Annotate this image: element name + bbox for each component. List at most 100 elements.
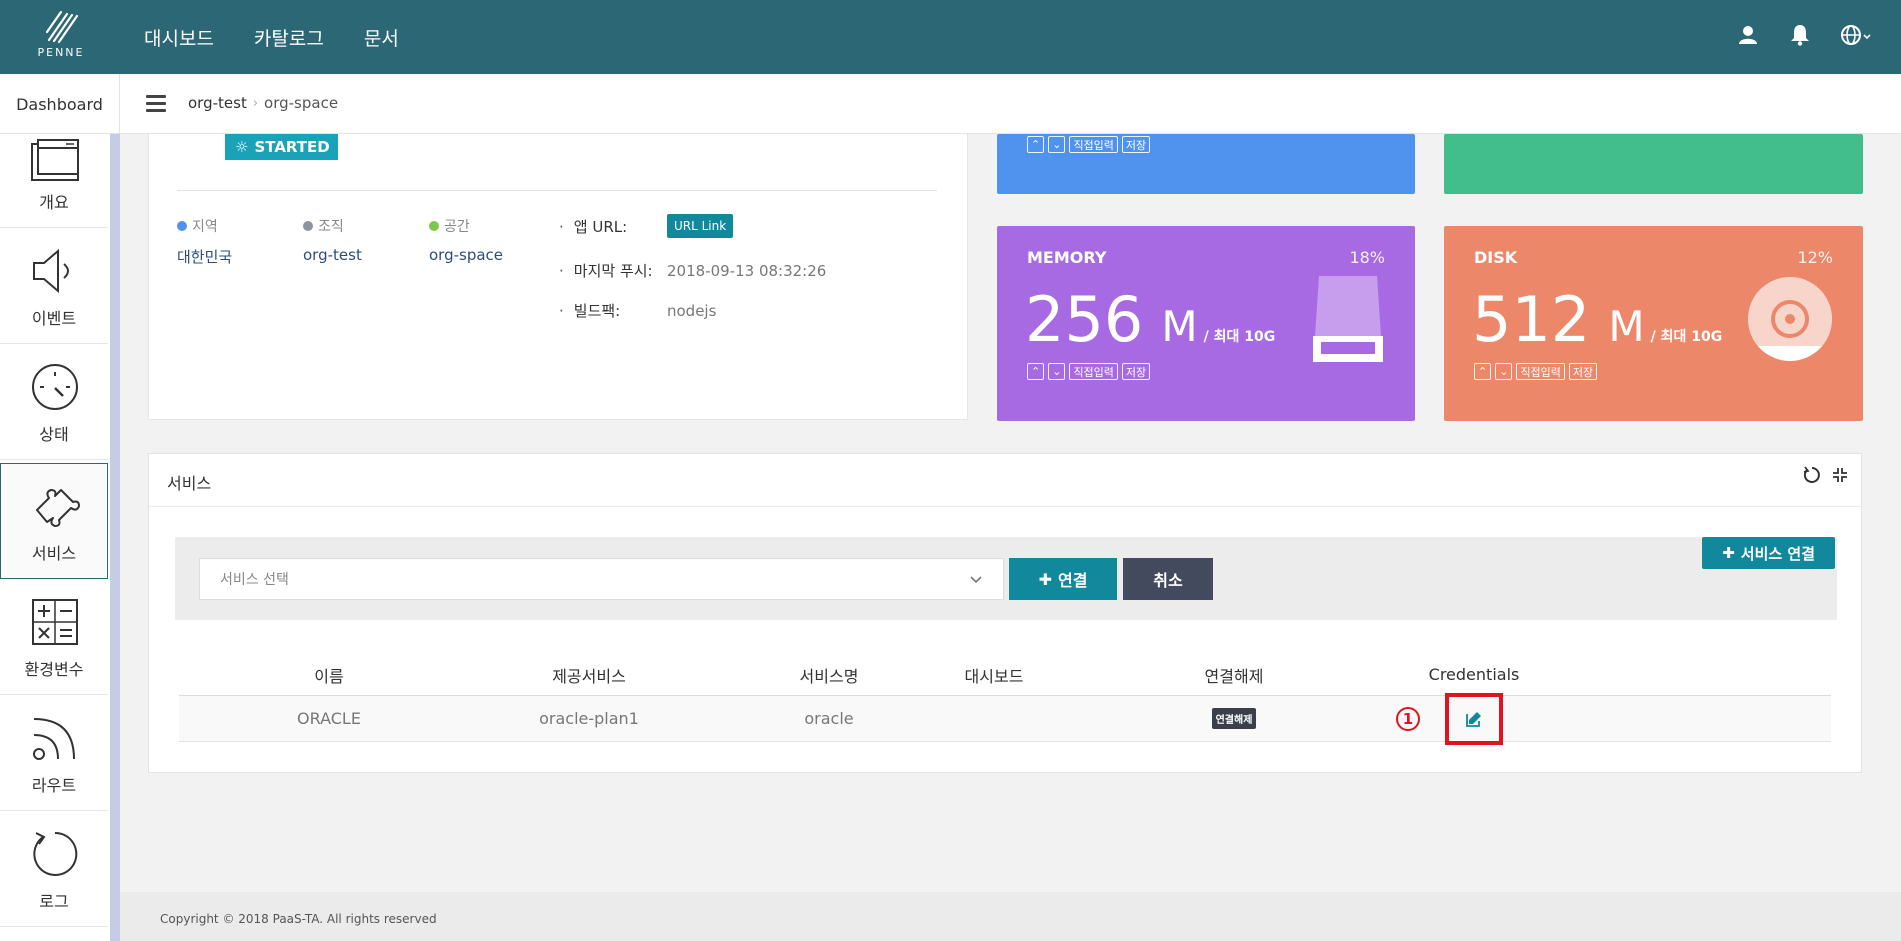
user-icon[interactable] [1735,22,1761,48]
increase-button[interactable]: ⌃ [1474,363,1492,380]
increase-button[interactable]: ⌃ [1027,136,1045,153]
increase-button[interactable]: ⌃ [1027,363,1045,380]
region-dot-icon [177,221,187,231]
annotation-marker: 1 [1396,707,1420,731]
disk-icon [1748,277,1832,361]
disk-controls: ⌃ ⌄ 직접입력 저장 [1474,363,1598,380]
unbind-button[interactable]: 연결해제 [1211,708,1257,729]
direct-input-button[interactable]: 직접입력 [1069,136,1118,153]
breadcrumb: org-test › org-space [188,94,338,112]
save-button[interactable]: 저장 [1121,363,1151,380]
footer: Copyright © 2018 PaaS-TA. All rights res… [120,892,1901,941]
breadcrumb-org[interactable]: org-test [188,94,247,112]
memory-card: MEMORY 18% 256 M / 최대 10G ⌃ ⌄ 직접입력 저장 [997,226,1415,421]
space-value: org-space [429,246,504,264]
nav-dashboard[interactable]: 대시보드 [144,24,214,51]
services-title: 서비스 [167,474,212,493]
disk-card: DISK 12% 512 M / 최대 10G ⌃ ⌄ 직접입력 저장 [1444,226,1863,421]
row-name: ORACLE [297,709,361,728]
globe-icon[interactable] [1839,22,1873,48]
sidebar-item-label: 서비스 [31,544,77,563]
connect-button[interactable]: ✚ 연결 [1009,558,1117,600]
rss-icon [33,718,75,760]
sidebar-item-events[interactable]: 이벤트 [0,228,108,344]
memory-title: MEMORY [1027,248,1107,267]
sidebar-item-status[interactable]: 상태 [0,344,108,460]
row-dashboard [894,696,1094,741]
url-link-button[interactable]: URL Link [667,214,734,238]
status-text: STARTED [254,138,330,156]
calculator-icon [32,599,78,645]
gauge-icon [32,364,78,410]
table-row: ORACLE oracle-plan1 oracle 연결해제 1 [179,693,1831,745]
decrease-button[interactable]: ⌄ [1495,363,1513,380]
sidebar-scrollbar[interactable] [110,134,120,941]
puzzle-icon [36,489,80,527]
sidebar-item-logs[interactable]: 로그 [0,811,108,927]
services-header: 서비스 [149,454,1861,507]
save-button[interactable]: 저장 [1568,363,1598,380]
region-info: 지역 대한민국 [177,216,232,267]
direct-input-button[interactable]: 직접입력 [1069,363,1118,380]
window-icon [31,139,79,181]
top-nav: 대시보드 카탈로그 문서 [144,24,399,51]
copyright-text: Copyright © 2018 PaaS-TA. All rights res… [160,912,437,926]
chevron-down-icon [970,576,982,584]
row-provider: oracle-plan1 [539,709,639,728]
collapse-icon[interactable] [1831,466,1849,488]
penne-logo-icon [45,10,79,44]
col-unbind: 연결해제 [1204,666,1264,686]
buildpack-row: 빌드팩: nodejs [559,300,717,321]
app-url-label: 앱 URL: [559,216,667,237]
space-info: 공간 org-space [429,216,503,264]
nav-catalog[interactable]: 카탈로그 [254,24,324,51]
nav-docs[interactable]: 문서 [364,24,399,51]
add-service-button[interactable]: ✚ 서비스 연결 [1702,537,1835,569]
refresh-icon [33,831,78,876]
app-info-card: ☼ STARTED 지역 대한민국 조직 org-test 공간 org-spa… [148,134,968,420]
divider [177,190,937,191]
cancel-button[interactable]: 취소 [1123,558,1213,600]
bell-icon[interactable] [1787,22,1813,48]
col-dashboard: 대시보드 [964,666,1024,686]
memory-chip-icon [1313,276,1383,362]
instance-controls: ⌃ ⌄ 직접입력 저장 [1027,136,1151,153]
credentials-edit-button[interactable] [1445,693,1503,745]
plus-icon: ✚ [1722,544,1735,562]
space-label: 공간 [444,219,470,235]
memory-value: 256 [1025,283,1144,356]
sun-icon: ☼ [235,138,249,156]
last-push-value: 2018-09-13 08:32:26 [667,261,827,280]
buildpack-label: 빌드팩: [559,300,667,321]
status-badge: ☼ STARTED [225,134,338,160]
service-select[interactable]: 서비스 선택 [199,558,1004,600]
direct-input-button[interactable]: 직접입력 [1516,363,1565,380]
sidebar-item-services[interactable]: 서비스 [0,463,108,579]
org-label: 조직 [318,219,344,235]
disk-max: / 최대 10G [1650,329,1723,345]
sidebar-item-env-vars[interactable]: 환경변수 [0,579,108,695]
hamburger-menu-icon[interactable] [146,95,166,113]
services-table: 이름 제공서비스 서비스명 대시보드 연결해제 Credentials ORAC… [179,654,1831,745]
penne-logo[interactable]: PENNE [28,10,94,64]
disk-value-group: 512 M / 최대 10G [1472,282,1722,375]
disk-percent: 12% [1797,248,1833,267]
plus-icon: ✚ [1038,569,1052,589]
sidebar: 개요 이벤트 상태 서비스 환경변수 라우트 로그 [0,134,120,941]
breadcrumb-space[interactable]: org-space [264,94,338,112]
sub-header: Dashboard org-test › org-space [0,74,1901,134]
region-label: 지역 [192,219,218,235]
refresh-icon[interactable] [1803,466,1821,488]
decrease-button[interactable]: ⌄ [1048,136,1066,153]
sidebar-item-routes[interactable]: 라우트 [0,695,108,811]
disk-title: DISK [1474,248,1518,267]
memory-controls: ⌃ ⌄ 직접입력 저장 [1027,363,1151,380]
dashboard-link[interactable]: Dashboard [0,74,120,134]
col-credentials: Credentials [1428,665,1520,684]
save-button[interactable]: 저장 [1121,136,1151,153]
sidebar-item-overview[interactable]: 개요 [0,134,108,228]
service-bind-form: 서비스 선택 ✚ 연결 취소 [175,537,1837,620]
memory-max: / 최대 10G [1203,329,1276,345]
decrease-button[interactable]: ⌄ [1048,363,1066,380]
table-header: 이름 제공서비스 서비스명 대시보드 연결해제 Credentials [179,654,1831,696]
